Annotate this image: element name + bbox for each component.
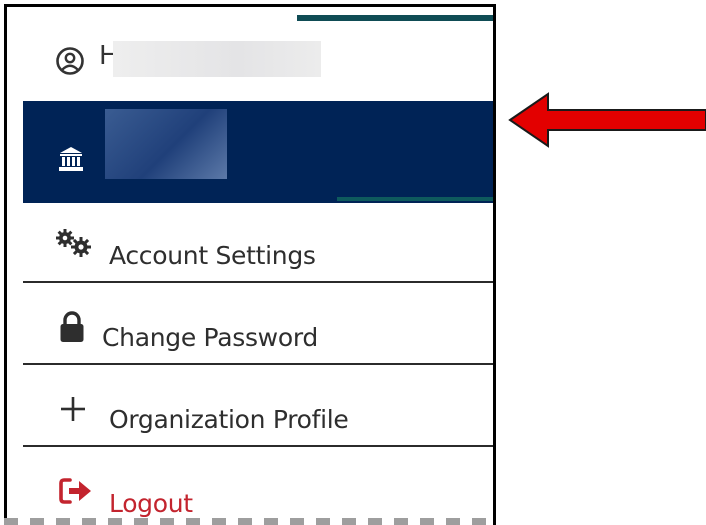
user-menu-dropdown: H Account Settings Change Password Organ… [23,21,493,525]
logout-label: Logout [109,489,193,518]
menu-item-user[interactable]: H [23,21,493,101]
divider-accent [337,197,493,201]
organization-profile-label: Organization Profile [109,405,349,434]
menu-item-account-settings[interactable]: Account Settings [23,203,493,283]
redacted-organization-name [105,109,227,179]
account-settings-label: Account Settings [109,241,316,270]
user-circle-icon [56,47,84,75]
gears-icon [56,229,91,257]
redacted-user-name [113,41,321,77]
change-password-label: Change Password [102,323,318,352]
menu-item-change-password[interactable]: Change Password [23,283,493,365]
sign-out-icon [59,478,91,504]
bottom-edge-dashes [4,518,496,525]
menu-item-organization[interactable] [23,101,493,203]
dropdown-frame: H Account Settings Change Password Organ… [4,4,496,525]
plus-icon [61,397,85,421]
red-arrow-icon [508,92,706,148]
lock-icon [60,311,84,342]
menu-item-logout[interactable]: Logout [23,447,493,525]
bank-icon [59,147,83,171]
menu-item-organization-profile[interactable]: Organization Profile [23,365,493,447]
